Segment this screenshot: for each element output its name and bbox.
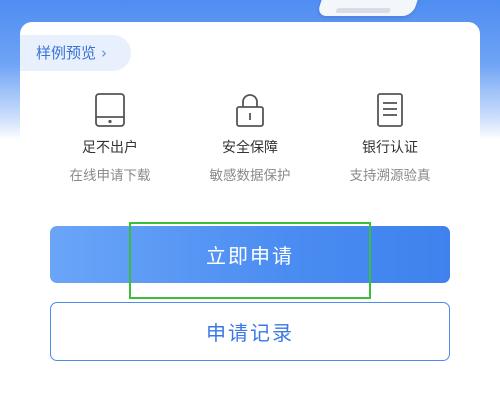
feature-bank-cert: 银行认证 支持溯源验真	[325, 92, 455, 184]
feature-online-apply: 足不出户 在线申请下载	[45, 92, 175, 184]
chevron-right-icon: ›	[101, 44, 108, 62]
feature-subtitle: 支持溯源验真	[349, 168, 431, 184]
feature-title: 足不出户	[82, 140, 138, 156]
sample-preview-link[interactable]: 样例预览 ›	[20, 35, 131, 71]
feature-title: 安全保障	[222, 140, 278, 156]
feature-title: 银行认证	[362, 140, 418, 156]
tablet-icon	[95, 93, 125, 127]
feature-subtitle: 在线申请下载	[69, 168, 151, 184]
feature-security: 安全保障 敏感数据保护	[185, 92, 315, 184]
lock-icon	[236, 94, 264, 127]
apply-records-button[interactable]: 申请记录	[50, 302, 450, 361]
laptop-illustration	[316, 0, 420, 16]
feature-subtitle: 敏感数据保护	[209, 168, 291, 184]
apply-now-button[interactable]: 立即申请	[50, 226, 450, 283]
document-icon	[377, 93, 403, 127]
sample-preview-label: 样例预览	[36, 44, 97, 62]
